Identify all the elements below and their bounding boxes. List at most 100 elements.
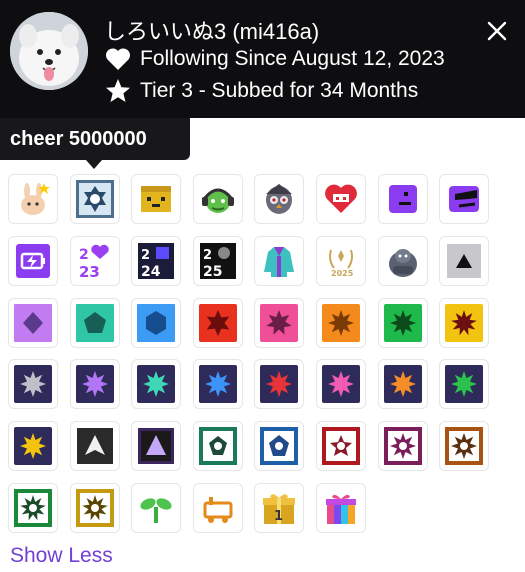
- badge-stone-gorilla[interactable]: [377, 235, 428, 286]
- gray-triangle-prime-icon: [447, 243, 482, 278]
- svg-text:23: 23: [79, 263, 100, 280]
- badge-cheer-10000[interactable]: [254, 297, 305, 348]
- cheer-25000-icon: [322, 303, 360, 342]
- badge-teal-jacket[interactable]: [254, 235, 305, 286]
- badge-cheer-1000[interactable]: [131, 297, 182, 348]
- sprout-icon: [140, 498, 172, 523]
- svg-text:2025: 2025: [331, 269, 354, 278]
- badge-green-dragon-headset[interactable]: [192, 174, 243, 224]
- cheer-100000-icon: [14, 365, 52, 404]
- badge-yellow-square-face[interactable]: [131, 174, 182, 224]
- badge-cheer-5000[interactable]: [192, 297, 243, 348]
- stone-gorilla-icon: [388, 248, 417, 277]
- badge-cheer-100000[interactable]: [8, 359, 58, 410]
- badge-cheer-3500000[interactable]: [8, 483, 58, 533]
- cheer-400000-icon: [198, 365, 237, 404]
- cheer-3500000-icon: [14, 489, 52, 527]
- badge-cheer-50000[interactable]: [377, 297, 428, 348]
- following-info: Following Since August 12, 2023: [104, 46, 445, 72]
- gold-2025-laurel-icon: 2025: [329, 249, 354, 278]
- subscription-info: Tier 3 - Subbed for 34 Months: [104, 78, 418, 104]
- badge-cheer-800000[interactable]: [439, 359, 490, 410]
- badge-cheer-400000[interactable]: [192, 359, 243, 410]
- badge-cheer-75000[interactable]: [439, 297, 490, 348]
- badge-cheer-500000[interactable]: [254, 359, 305, 410]
- badge-gold-2025-laurel[interactable]: 2025: [316, 235, 366, 286]
- avatar[interactable]: [10, 12, 88, 90]
- badge-cheer-1000000[interactable]: [69, 421, 120, 472]
- badge-cheer-2000000[interactable]: [316, 421, 366, 472]
- badge-2024-cube[interactable]: 2 24: [131, 235, 182, 286]
- show-less-link[interactable]: Show Less: [10, 544, 113, 568]
- badge-sprout[interactable]: [131, 483, 182, 533]
- badge-cheer-4000000[interactable]: [69, 483, 120, 533]
- username-text: しろいいぬ3 (mi416a): [104, 19, 320, 44]
- username: しろいいぬ3 (mi416a): [104, 14, 319, 46]
- orange-cart-icon: [203, 497, 233, 523]
- cheer-500000-icon: [260, 365, 299, 404]
- cheer-300000-icon: [137, 365, 176, 404]
- star-icon: [104, 78, 132, 104]
- user-card-header: しろいいぬ3 (mi416a) Following Since August 1…: [0, 0, 525, 118]
- badge-cheer-600000[interactable]: [316, 359, 366, 410]
- green-dragon-headset-icon: [201, 188, 234, 213]
- badge-cheer-1750000[interactable]: [254, 421, 305, 472]
- teal-jacket-icon: [264, 246, 295, 277]
- badge-bunny-star[interactable]: [8, 174, 58, 224]
- badge-orange-cart[interactable]: [192, 483, 243, 533]
- badge-gray-owl-helmet[interactable]: [254, 174, 305, 224]
- yellow-square-face-icon: [141, 186, 172, 212]
- bunny-star-icon: [21, 183, 50, 215]
- cheer-2000000-icon: [322, 427, 360, 466]
- gift-1-icon: 1: [263, 494, 296, 524]
- cheer-1000-icon: [137, 303, 176, 342]
- cheer-2500000-icon: [383, 427, 422, 466]
- badge-cheer-100[interactable]: [69, 297, 120, 348]
- close-button[interactable]: [482, 16, 512, 46]
- close-icon: [487, 21, 507, 41]
- svg-text:24: 24: [141, 264, 161, 280]
- cheer-50000-icon: [383, 303, 422, 342]
- badge-cheer-1250000[interactable]: [131, 421, 182, 472]
- badge-cheer-25000[interactable]: [316, 297, 366, 348]
- 2023-heart-icon: 223: [79, 244, 109, 280]
- cheer-5000-icon: [198, 303, 237, 342]
- badge-purple-sunglasses-face[interactable]: [439, 174, 490, 224]
- badge-cheer-700000[interactable]: [377, 359, 428, 410]
- svg-text:2: 2: [203, 248, 212, 263]
- badge-cheer-300000[interactable]: [131, 359, 182, 410]
- badge-gray-triangle-prime[interactable]: [439, 235, 490, 286]
- following-text: Following Since August 12, 2023: [140, 47, 445, 70]
- tooltip-arrow: [86, 160, 102, 169]
- badge-2023-heart[interactable]: 2 23: [69, 235, 120, 286]
- badge-rainbow-gift[interactable]: [316, 483, 366, 533]
- cheer-10000-icon: [260, 303, 299, 342]
- cheer-1250000-icon: [138, 428, 175, 465]
- cheer-75000-icon: [445, 303, 484, 342]
- badge-cheer-200000[interactable]: [69, 359, 120, 410]
- cheer-800000-icon: [445, 365, 484, 404]
- purple-smile-block-icon: [388, 185, 417, 213]
- badge-cheer-2500000[interactable]: [377, 421, 428, 472]
- badge-cheer-5000000[interactable]: [69, 174, 120, 224]
- badge-pixel-heart[interactable]: [316, 174, 366, 224]
- cheer-1750000-icon: [260, 427, 299, 466]
- cheer-200000-icon: [75, 365, 114, 404]
- gray-owl-helmet-icon: [266, 184, 293, 214]
- 2025-dark-icon: 225: [199, 242, 236, 280]
- rainbow-gift-icon: [326, 494, 356, 524]
- badge-2025-dark[interactable]: 2 25: [192, 235, 243, 286]
- badge-battery-charging[interactable]: [8, 235, 58, 286]
- cheer-5000000-icon: [75, 180, 114, 218]
- badge-tooltip-text: cheer 5000000: [10, 127, 147, 150]
- badge-cheer-900000[interactable]: [8, 421, 58, 472]
- badge-cheer-1500000[interactable]: [192, 421, 243, 472]
- badge-purple-smile-block[interactable]: [377, 174, 428, 224]
- badge-cheer-3000000[interactable]: [439, 421, 490, 472]
- svg-text:25: 25: [203, 264, 222, 280]
- subscription-text: Tier 3 - Subbed for 34 Months: [140, 79, 419, 102]
- cheer-1-icon: [14, 303, 52, 342]
- badge-gift-1[interactable]: 1: [254, 483, 305, 533]
- badge-cheer-1[interactable]: [8, 297, 58, 348]
- svg-text:1: 1: [274, 509, 283, 524]
